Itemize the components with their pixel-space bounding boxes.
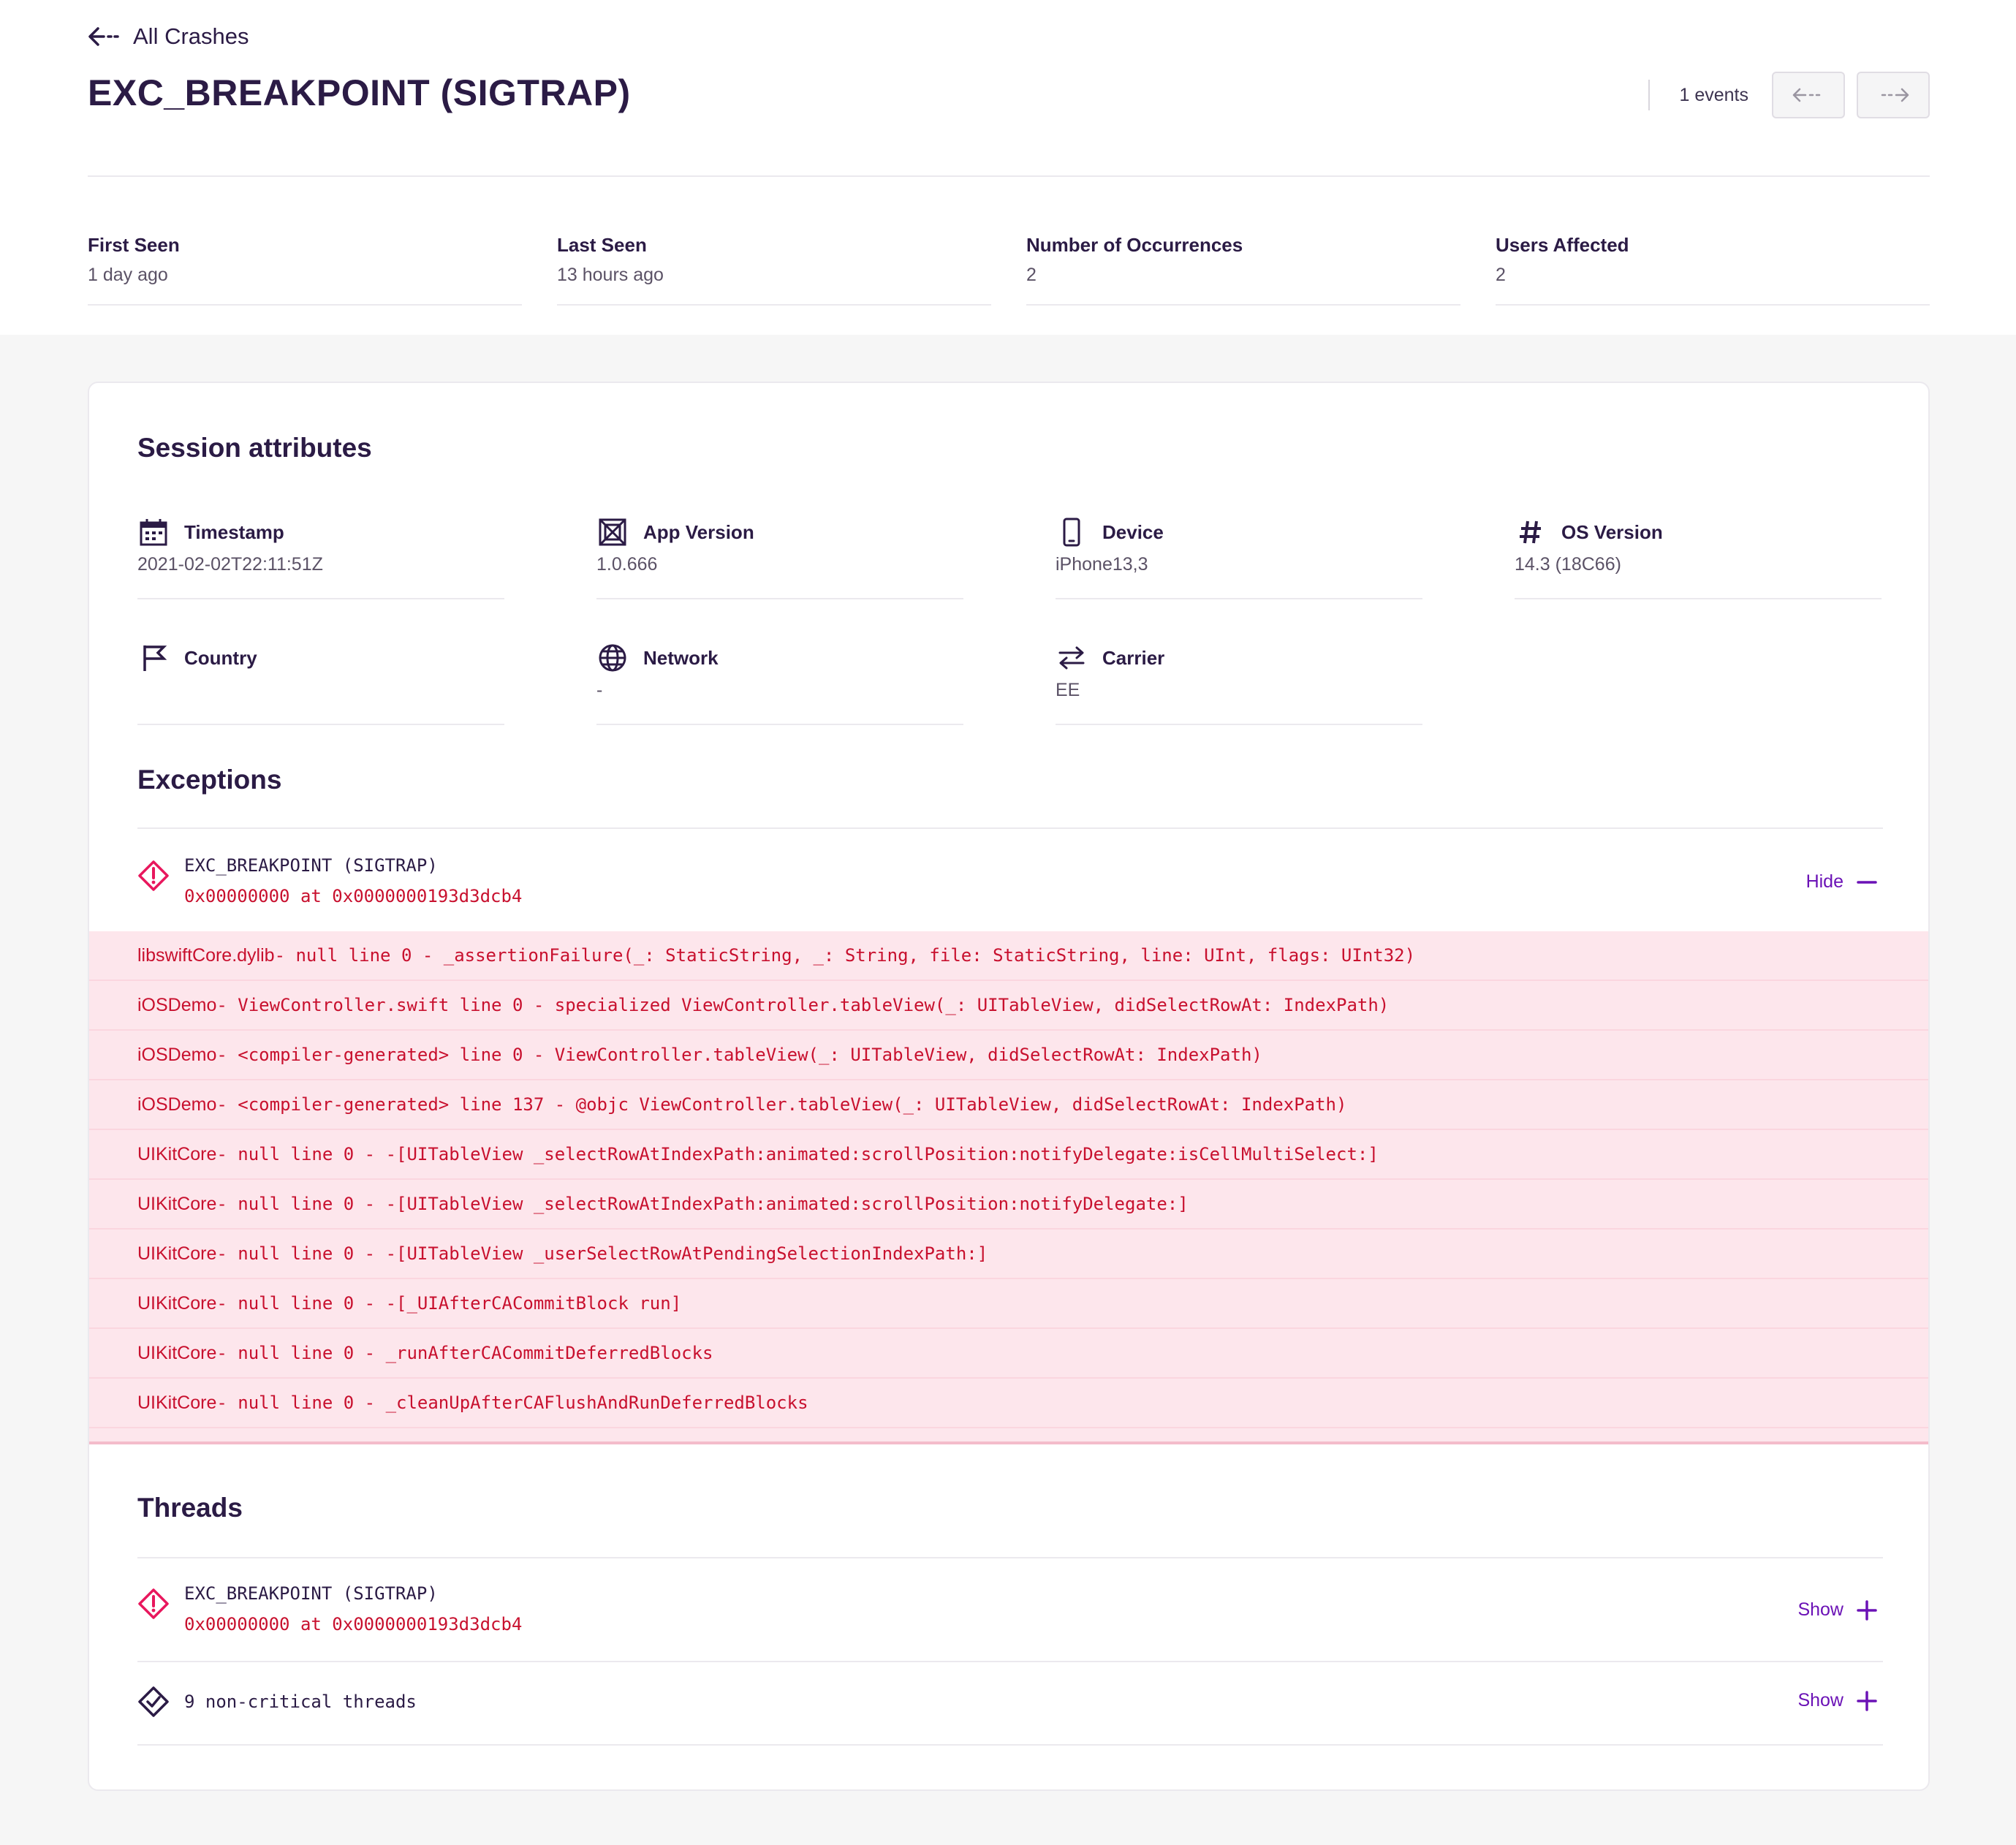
attr-value: EE bbox=[1056, 680, 1080, 700]
toggle-label: Hide bbox=[1805, 871, 1843, 892]
attr-os-version: OS Version 14.3 (18C66) bbox=[1515, 515, 1882, 599]
exception-name: EXC_BREAKPOINT (SIGTRAP) bbox=[184, 855, 438, 876]
flag-icon bbox=[137, 642, 170, 674]
attr-value: 14.3 (18C66) bbox=[1515, 554, 1621, 575]
attr-label: Device bbox=[1102, 520, 1164, 543]
plus-icon bbox=[1857, 1599, 1877, 1621]
non-critical-threads: 9 non-critical threads Show bbox=[137, 1686, 1883, 1731]
attr-carrier: Carrier EE bbox=[1056, 640, 1422, 725]
error-diamond-icon bbox=[138, 860, 169, 891]
arrow-left-icon bbox=[88, 27, 119, 46]
thread-address: 0x00000000 at 0x0000000193d3dcb4 bbox=[184, 1614, 523, 1634]
stat-first-seen: First Seen 1 day ago bbox=[88, 234, 522, 306]
arrow-left-icon bbox=[1792, 88, 1821, 102]
page-header: All Crashes EXC_BREAKPOINT (SIGTRAP) 1 e… bbox=[0, 0, 2016, 335]
calendar-icon bbox=[137, 516, 170, 548]
crashed-thread: EXC_BREAKPOINT (SIGTRAP) 0x00000000 at 0… bbox=[137, 1583, 1883, 1642]
crash-details-card: Session attributes Timestamp 2021-02-02T… bbox=[88, 382, 1930, 1791]
stack-trace-footer bbox=[89, 1428, 1928, 1441]
session-attributes-grid: Timestamp 2021-02-02T22:11:51Z App Versi… bbox=[137, 515, 1883, 725]
stack-frame: UIKitCore - null line 0 - _cleanUpAfterC… bbox=[89, 1379, 1928, 1428]
stat-value: 2 bbox=[1496, 265, 1506, 285]
stat-last-seen: Last Seen 13 hours ago bbox=[557, 234, 991, 306]
stack-frame: UIKitCore - null line 0 - -[UITableView … bbox=[89, 1130, 1928, 1180]
page-title: EXC_BREAKPOINT (SIGTRAP) bbox=[88, 72, 631, 113]
exception-item: EXC_BREAKPOINT (SIGTRAP) 0x00000000 at 0… bbox=[137, 855, 1883, 914]
stat-occurrences: Number of Occurrences 2 bbox=[1026, 234, 1460, 306]
previous-event-button[interactable] bbox=[1772, 72, 1845, 118]
package-icon bbox=[596, 516, 629, 548]
phone-icon bbox=[1056, 516, 1088, 548]
stack-frame: UIKitCore - null line 0 - -[UITableView … bbox=[89, 1180, 1928, 1230]
back-link-label: All Crashes bbox=[133, 23, 249, 49]
stack-frame: UIKitCore - null line 0 - -[UITableView … bbox=[89, 1230, 1928, 1279]
non-critical-threads-label: 9 non-critical threads bbox=[184, 1691, 417, 1712]
next-event-button[interactable] bbox=[1857, 72, 1930, 118]
stack-frame: libswiftCore.dylib - null line 0 - _asse… bbox=[89, 931, 1928, 981]
divider bbox=[137, 1557, 1883, 1558]
attr-country: Country bbox=[137, 640, 504, 725]
stat-value: 2 bbox=[1026, 265, 1037, 285]
stat-label: Number of Occurrences bbox=[1026, 234, 1243, 256]
divider bbox=[1648, 80, 1651, 110]
attr-device: Device iPhone13,3 bbox=[1056, 515, 1422, 599]
toggle-label: Show bbox=[1797, 1599, 1843, 1620]
divider bbox=[137, 827, 1883, 829]
crash-stats: First Seen 1 day ago Last Seen 13 hours … bbox=[88, 234, 1930, 306]
attr-label: App Version bbox=[643, 520, 754, 543]
stat-label: Last Seen bbox=[557, 234, 647, 256]
stat-label: First Seen bbox=[88, 234, 180, 256]
exceptions-heading: Exceptions bbox=[137, 765, 282, 795]
attr-label: OS Version bbox=[1561, 520, 1663, 543]
swap-arrows-icon bbox=[1056, 642, 1088, 674]
stack-frame: iOSDemo - <compiler-generated> line 137 … bbox=[89, 1080, 1928, 1130]
attr-label: Carrier bbox=[1102, 646, 1165, 669]
stat-users-affected: Users Affected 2 bbox=[1496, 234, 1930, 306]
attr-label: Timestamp bbox=[184, 520, 284, 543]
hash-icon bbox=[1515, 516, 1547, 548]
plus-icon bbox=[1857, 1690, 1877, 1711]
threads-heading: Threads bbox=[137, 1493, 243, 1523]
stat-value: 1 day ago bbox=[88, 265, 168, 285]
attr-value: - bbox=[596, 680, 603, 700]
stack-frame: UIKitCore - null line 0 - _runAfterCACom… bbox=[89, 1329, 1928, 1379]
show-non-critical-threads-button[interactable]: Show bbox=[1797, 1690, 1877, 1711]
session-attributes-heading: Session attributes bbox=[137, 433, 372, 463]
attr-timestamp: Timestamp 2021-02-02T22:11:51Z bbox=[137, 515, 504, 599]
stack-frame: iOSDemo - <compiler-generated> line 0 - … bbox=[89, 1031, 1928, 1080]
attr-value: iPhone13,3 bbox=[1056, 554, 1148, 575]
divider bbox=[137, 1661, 1883, 1662]
stack-frame: UIKitCore - null line 0 - -[_UIAfterCACo… bbox=[89, 1279, 1928, 1329]
stat-value: 13 hours ago bbox=[557, 265, 664, 285]
check-diamond-icon bbox=[138, 1686, 169, 1717]
events-count: 1 events bbox=[1679, 84, 1748, 105]
stat-label: Users Affected bbox=[1496, 234, 1629, 256]
error-diamond-icon bbox=[138, 1588, 169, 1619]
show-crashed-thread-button[interactable]: Show bbox=[1797, 1599, 1877, 1621]
stack-frame: iOSDemo - ViewController.swift line 0 - … bbox=[89, 981, 1928, 1031]
attr-value: 2021-02-02T22:11:51Z bbox=[137, 554, 323, 575]
attr-app-version: App Version 1.0.666 bbox=[596, 515, 963, 599]
event-navigation: 1 events bbox=[1648, 72, 1930, 118]
attr-network: Network - bbox=[596, 640, 963, 725]
hide-exception-button[interactable]: Hide bbox=[1806, 871, 1877, 893]
arrow-right-icon bbox=[1881, 88, 1909, 102]
globe-icon bbox=[596, 642, 629, 674]
attr-label: Country bbox=[184, 646, 257, 669]
attr-label: Network bbox=[643, 646, 719, 669]
thread-name: EXC_BREAKPOINT (SIGTRAP) bbox=[184, 1583, 438, 1604]
attr-value: 1.0.666 bbox=[596, 554, 658, 575]
toggle-label: Show bbox=[1797, 1690, 1843, 1710]
stack-trace: libswiftCore.dylib - null line 0 - _asse… bbox=[89, 931, 1928, 1444]
back-to-all-crashes-link[interactable]: All Crashes bbox=[88, 20, 249, 53]
exception-address: 0x00000000 at 0x0000000193d3dcb4 bbox=[184, 886, 523, 906]
minus-icon bbox=[1857, 880, 1877, 884]
divider bbox=[137, 1744, 1883, 1746]
divider bbox=[88, 175, 1930, 177]
